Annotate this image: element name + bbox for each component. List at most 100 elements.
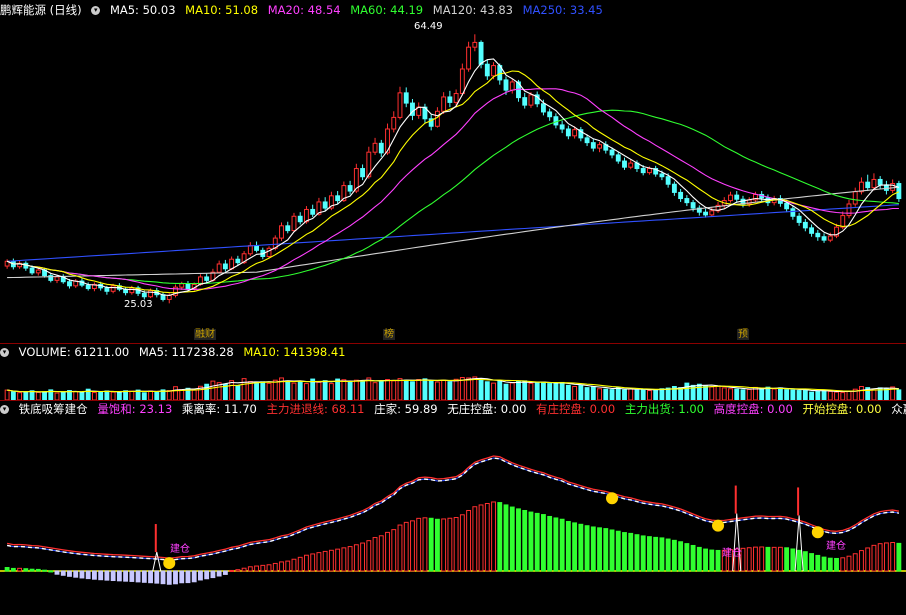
- candlestick-chart[interactable]: [0, 18, 906, 344]
- indicator-bar: [60, 570, 66, 576]
- indicator-bar: [123, 570, 129, 582]
- indicator-bar: [116, 570, 122, 582]
- volume-bar: [166, 390, 172, 400]
- indicator-bar: [135, 570, 141, 583]
- indicator-bar: [10, 567, 16, 572]
- volume-bar: [746, 388, 752, 400]
- indicator-bar: [79, 570, 85, 579]
- candle-body: [403, 92, 409, 104]
- indicator-bar: [185, 570, 191, 584]
- candle-body: [378, 142, 384, 154]
- indicator-bar: [434, 518, 440, 572]
- volume-bar: [110, 391, 116, 400]
- indicator-chart[interactable]: [0, 417, 906, 615]
- candle-body: [434, 110, 440, 127]
- build-position-mark-2: 建仓: [722, 548, 742, 559]
- stock-title[interactable]: 鹏辉能源 (日线): [0, 3, 82, 17]
- volume-bar: [23, 391, 29, 400]
- ma120-line: [7, 186, 899, 279]
- indicator-bar: [472, 506, 478, 572]
- volume-chart[interactable]: [0, 360, 906, 400]
- volume-bar: [254, 382, 259, 400]
- smiley-icon: [163, 557, 176, 570]
- indicator-bar: [522, 509, 528, 572]
- volume-bar: [790, 389, 796, 400]
- indicator-bar: [659, 537, 665, 572]
- candle-body: [335, 195, 341, 202]
- indicator-item-8: 开始控盘: 0.00: [802, 402, 882, 416]
- indicator-bar: [403, 521, 409, 572]
- indicator-bar: [160, 570, 166, 585]
- candle-body: [247, 245, 253, 255]
- volume-bar: [715, 385, 721, 400]
- candle-body: [647, 168, 652, 174]
- candle-body: [285, 225, 291, 232]
- volume-bar: [372, 382, 378, 400]
- volume-bar: [728, 388, 733, 400]
- indicator-bar: [48, 570, 54, 573]
- event-tag-2[interactable]: 榜: [383, 329, 395, 340]
- volume-bar: [509, 382, 515, 400]
- volume-legend: ▾ VOLUME: 61211.00 MA5: 117238.28 MA10: …: [0, 344, 352, 360]
- candle-body: [628, 162, 634, 168]
- indicator-bar: [622, 532, 627, 572]
- volume-bar: [528, 382, 534, 400]
- candle-body: [360, 168, 366, 178]
- candle-body: [453, 93, 459, 103]
- candle-body: [447, 96, 453, 103]
- candle-body: [865, 181, 871, 189]
- volume-bar: [447, 381, 453, 400]
- indicator-item-9: 众赢一: [891, 402, 906, 416]
- indicator-bar: [210, 570, 216, 579]
- candle-body: [466, 46, 472, 70]
- candle-body: [572, 129, 578, 137]
- volume-bar: [341, 379, 347, 400]
- candle-body: [54, 276, 60, 281]
- indicator-bar: [671, 539, 677, 572]
- volume-bar: [247, 381, 253, 400]
- volume-bar: [765, 386, 771, 400]
- ma10-line: [6, 70, 900, 294]
- candle-body: [204, 276, 210, 281]
- volume-bar: [397, 378, 403, 400]
- indicator-bar: [865, 547, 871, 572]
- indicator-bar: [54, 570, 60, 575]
- volume-bar: [335, 378, 341, 400]
- indicator-bar: [447, 517, 453, 572]
- candle-body: [179, 283, 185, 288]
- indicator-bar: [328, 549, 334, 572]
- indicator-bar: [609, 529, 615, 572]
- main-legend: 鹏辉能源 (日线) ▾ MA5: 50.03 MA10: 51.08 MA20:…: [0, 2, 609, 18]
- event-tag-3[interactable]: 预: [737, 329, 749, 340]
- smiley-icon: [811, 526, 824, 539]
- indicator-settings-icon[interactable]: ▾: [0, 405, 9, 414]
- settings-circle-icon[interactable]: ▾: [91, 6, 101, 15]
- volume-bar: [204, 383, 210, 400]
- indicator-item-4: 无庄控盘: 0.00: [447, 402, 527, 416]
- indicator-bar: [166, 570, 172, 585]
- volume-bar: [647, 390, 652, 400]
- candle-body: [522, 97, 528, 106]
- volume-settings-icon[interactable]: ▾: [0, 348, 9, 357]
- event-tag-1[interactable]: 融财: [194, 329, 216, 340]
- volume-bar: [821, 389, 827, 400]
- indicator-bar: [29, 568, 35, 572]
- indicator-bar: [827, 557, 833, 572]
- indicator-bar: [42, 569, 47, 572]
- volume-bar: [10, 391, 16, 400]
- volume-bar: [540, 381, 546, 400]
- indicator-name[interactable]: 铁底吸筹建仓: [19, 402, 88, 416]
- candle-body: [852, 191, 858, 205]
- indicator-bar: [260, 564, 266, 572]
- volume-bar: [116, 391, 122, 400]
- candle-body: [216, 263, 222, 273]
- candle-body: [459, 68, 465, 95]
- candle-body: [883, 184, 889, 191]
- build-triangle: [152, 551, 162, 572]
- indicator-bar: [204, 570, 210, 580]
- indicator-bar: [715, 549, 721, 572]
- volume-bar: [260, 381, 266, 400]
- indicator-bar: [497, 502, 503, 572]
- indicator-bar: [834, 557, 839, 572]
- volume-bar: [360, 380, 366, 400]
